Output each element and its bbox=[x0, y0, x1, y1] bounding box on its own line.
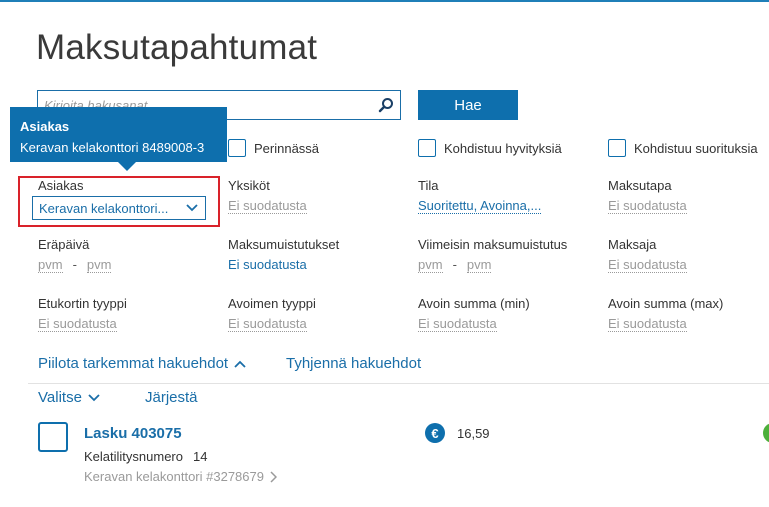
filter-value-link[interactable]: Ei suodatusta bbox=[228, 198, 307, 214]
filter-value-link[interactable]: Ei suodatusta bbox=[38, 316, 117, 332]
checkbox-box[interactable] bbox=[228, 139, 246, 157]
date-to-field[interactable]: pvm bbox=[466, 257, 492, 273]
filter-label: Maksaja bbox=[608, 237, 657, 252]
checkbox-kohdistuu-suorituksia[interactable]: Kohdistuu suorituksia bbox=[608, 139, 758, 157]
filter-label: Etukortin tyyppi bbox=[38, 296, 127, 311]
filter-label: Avoin summa (min) bbox=[418, 296, 530, 311]
filter-value-link[interactable]: Ei suodatusta bbox=[228, 257, 307, 272]
divider bbox=[28, 383, 769, 384]
result-meta: Kelatilitysnumero 14 bbox=[84, 449, 207, 464]
chevron-down-icon bbox=[88, 393, 100, 401]
range-separator: - bbox=[452, 257, 457, 272]
filter-yksikot: Yksiköt Ei suodatusta bbox=[228, 178, 307, 215]
tooltip-body: Keravan kelakonttori 8489008-3 bbox=[20, 140, 205, 155]
chevron-right-icon bbox=[270, 470, 277, 483]
highlight-box bbox=[18, 176, 220, 227]
sort-button[interactable]: Järjestä bbox=[145, 389, 198, 406]
select-menu-button[interactable]: Valitse bbox=[38, 389, 100, 406]
sort-label: Järjestä bbox=[145, 389, 198, 406]
row-checkbox[interactable] bbox=[38, 422, 68, 452]
filter-maksumuistutukset: Maksumuistutukset Ei suodatusta bbox=[228, 237, 339, 274]
checkbox-label: Kohdistuu suorituksia bbox=[634, 140, 758, 156]
asiakas-tooltip: Asiakas Keravan kelakonttori 8489008-3 bbox=[10, 107, 227, 171]
page-title: Maksutapahtumat bbox=[36, 28, 318, 67]
tooltip-title: Asiakas bbox=[20, 119, 70, 134]
filter-label: Yksiköt bbox=[228, 178, 270, 193]
tooltip-arrow bbox=[118, 162, 136, 171]
range-separator: - bbox=[72, 257, 77, 272]
clear-filters-link[interactable]: Tyhjennä hakuehdot bbox=[286, 355, 421, 372]
select-menu-label: Valitse bbox=[38, 389, 82, 406]
filter-avoimen-tyyppi: Avoimen tyyppi Ei suodatusta bbox=[228, 296, 316, 333]
filter-label: Avoin summa (max) bbox=[608, 296, 724, 311]
hide-filters-link[interactable]: Piilota tarkemmat hakuehdot bbox=[38, 355, 246, 372]
filter-maksutapa: Maksutapa Ei suodatusta bbox=[608, 178, 687, 215]
filter-viimeisin-maksumuistutus: Viimeisin maksumuistutus pvm - pvm bbox=[418, 237, 567, 273]
search-button[interactable]: Hae bbox=[418, 90, 518, 120]
checkbox-box[interactable] bbox=[418, 139, 436, 157]
filter-value-link[interactable]: Ei suodatusta bbox=[608, 198, 687, 214]
checkbox-perinnassa[interactable]: Perinnässä bbox=[228, 139, 319, 157]
meta-value: 14 bbox=[193, 449, 208, 464]
filter-value-link[interactable]: Ei suodatusta bbox=[228, 316, 307, 332]
checkbox-label: Kohdistuu hyvityksiä bbox=[444, 140, 562, 156]
filter-value-link[interactable]: Ei suodatusta bbox=[608, 316, 687, 332]
checkbox-box[interactable] bbox=[608, 139, 626, 157]
filter-label: Maksumuistutukset bbox=[228, 237, 340, 252]
customer-label: Keravan kelakonttori #3278679 bbox=[84, 469, 264, 484]
filter-label: Viimeisin maksumuistutus bbox=[418, 237, 568, 252]
chevron-up-icon bbox=[234, 360, 246, 368]
date-to-field[interactable]: pvm bbox=[86, 257, 112, 273]
filter-tila: Tila Suoritettu, Avoinna,... bbox=[418, 178, 542, 215]
result-customer-link[interactable]: Keravan kelakonttori #3278679 bbox=[84, 469, 277, 484]
date-range: pvm - pvm bbox=[38, 257, 112, 273]
top-accent-line bbox=[0, 0, 769, 2]
filter-maksaja: Maksaja Ei suodatusta bbox=[608, 237, 687, 274]
checkbox-label: Perinnässä bbox=[254, 140, 320, 156]
hide-filters-label: Piilota tarkemmat hakuehdot bbox=[38, 355, 229, 372]
filter-etukortin-tyyppi: Etukortin tyyppi Ei suodatusta bbox=[38, 296, 127, 333]
meta-label: Kelatilitysnumero bbox=[84, 449, 183, 464]
search-icon[interactable] bbox=[378, 97, 394, 113]
checkbox-kohdistuu-hyvityksia[interactable]: Kohdistuu hyvityksiä bbox=[418, 139, 562, 157]
status-ok-icon bbox=[763, 423, 769, 443]
filter-label: Maksutapa bbox=[608, 178, 672, 193]
filter-value-link[interactable]: Ei suodatusta bbox=[418, 316, 497, 332]
result-amount: 16,59 bbox=[457, 426, 490, 441]
filter-value-link[interactable]: Suoritettu, Avoinna,... bbox=[418, 198, 542, 214]
filter-label: Tila bbox=[418, 178, 439, 193]
filter-label: Eräpäivä bbox=[38, 237, 90, 252]
date-from-field[interactable]: pvm bbox=[418, 257, 443, 273]
euro-icon: € bbox=[425, 423, 445, 443]
date-from-field[interactable]: pvm bbox=[38, 257, 63, 273]
filter-label: Avoimen tyyppi bbox=[228, 296, 316, 311]
filter-avoin-summa-min: Avoin summa (min) Ei suodatusta bbox=[418, 296, 530, 333]
filter-value-link[interactable]: Ei suodatusta bbox=[608, 257, 687, 273]
result-title-link[interactable]: Lasku 403075 bbox=[84, 425, 182, 442]
clear-filters-label: Tyhjennä hakuehdot bbox=[286, 355, 422, 372]
filter-erapaiva: Eräpäivä pvm - pvm bbox=[38, 237, 112, 273]
filter-avoin-summa-max: Avoin summa (max) Ei suodatusta bbox=[608, 296, 723, 333]
date-range: pvm - pvm bbox=[418, 257, 567, 273]
